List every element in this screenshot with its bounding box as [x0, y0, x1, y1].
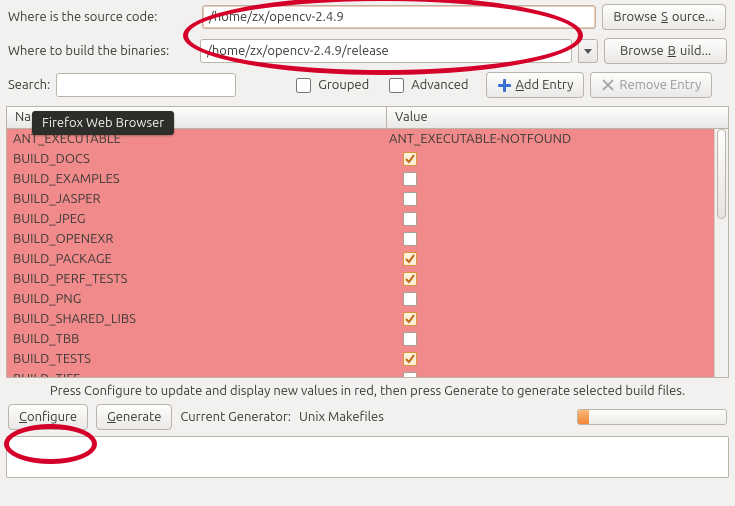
- variable-value[interactable]: [383, 312, 714, 326]
- table-row[interactable]: BUILD_JASPER: [7, 189, 714, 209]
- table-row[interactable]: BUILD_OPENEXR: [7, 229, 714, 249]
- browse-build-mnemonic: B: [668, 44, 676, 58]
- variable-checkbox[interactable]: [403, 372, 417, 377]
- browse-source-button[interactable]: Browse Source...: [602, 4, 726, 30]
- variable-name: BUILD_PNG: [7, 292, 383, 306]
- variable-name: BUILD_TBB: [7, 332, 383, 346]
- variable-checkbox[interactable]: [403, 172, 417, 186]
- column-header-value[interactable]: Value: [387, 107, 728, 128]
- scrollbar-track[interactable]: [714, 129, 728, 377]
- generate-text-post: enerate: [116, 410, 162, 424]
- variable-value[interactable]: [383, 232, 714, 246]
- tooltip: Firefox Web Browser: [32, 111, 174, 135]
- variable-name: BUILD_TESTS: [7, 352, 383, 366]
- current-generator-value: Unix Makefiles: [299, 410, 384, 424]
- table-row[interactable]: BUILD_EXAMPLES: [7, 169, 714, 189]
- variable-name: BUILD_OPENEXR: [7, 232, 383, 246]
- variable-value[interactable]: [383, 332, 714, 346]
- advanced-option[interactable]: Advanced: [385, 75, 468, 96]
- add-entry-button[interactable]: Add Entry: [486, 72, 584, 98]
- cache-variables-table: Name Value ANT_EXECUTABLEANT_EXECUTABLE-…: [6, 106, 729, 378]
- grouped-option[interactable]: Grouped: [292, 75, 369, 96]
- x-icon: [601, 78, 615, 92]
- grouped-label: Grouped: [318, 78, 369, 92]
- variable-value[interactable]: [383, 172, 714, 186]
- variable-checkbox[interactable]: [403, 252, 417, 266]
- variable-value[interactable]: [383, 372, 714, 377]
- variable-value[interactable]: [383, 252, 714, 266]
- progress-bar: [577, 409, 727, 425]
- table-row[interactable]: BUILD_PERF_TESTS: [7, 269, 714, 289]
- generate-button[interactable]: Generate: [96, 404, 172, 430]
- source-path-input[interactable]: [202, 5, 596, 29]
- grouped-checkbox[interactable]: [296, 78, 311, 93]
- variable-checkbox[interactable]: [403, 192, 417, 206]
- advanced-label: Advanced: [411, 78, 468, 92]
- variable-value[interactable]: [383, 272, 714, 286]
- variable-value[interactable]: ANT_EXECUTABLE-NOTFOUND: [383, 132, 714, 146]
- configure-mnemonic: C: [19, 410, 27, 424]
- generate-mnemonic: G: [107, 410, 116, 424]
- search-input[interactable]: [56, 73, 236, 97]
- variable-checkbox[interactable]: [403, 272, 417, 286]
- table-row[interactable]: BUILD_JPEG: [7, 209, 714, 229]
- table-row[interactable]: BUILD_PNG: [7, 289, 714, 309]
- table-row[interactable]: BUILD_TIFF: [7, 369, 714, 377]
- source-label: Where is the source code:: [8, 10, 196, 24]
- output-log[interactable]: [6, 436, 729, 478]
- advanced-checkbox[interactable]: [389, 78, 404, 93]
- variable-checkbox[interactable]: [403, 332, 417, 346]
- table-row[interactable]: BUILD_DOCS: [7, 149, 714, 169]
- table-row[interactable]: BUILD_TESTS: [7, 349, 714, 369]
- table-body: ANT_EXECUTABLEANT_EXECUTABLE-NOTFOUNDBUI…: [7, 129, 714, 377]
- configure-button[interactable]: Configure: [8, 404, 88, 430]
- progress-fill: [578, 410, 589, 424]
- variable-name: BUILD_JPEG: [7, 212, 383, 226]
- build-path-dropdown-button[interactable]: [578, 39, 598, 63]
- plus-icon: [497, 78, 511, 92]
- browse-source-text-pre: Browse: [613, 10, 657, 24]
- variable-checkbox[interactable]: [403, 312, 417, 326]
- build-label: Where to build the binaries:: [8, 44, 194, 58]
- table-row[interactable]: BUILD_TBB: [7, 329, 714, 349]
- variable-checkbox[interactable]: [403, 152, 417, 166]
- variable-name: BUILD_TIFF: [7, 372, 383, 377]
- variable-value[interactable]: [383, 192, 714, 206]
- variable-name: BUILD_EXAMPLES: [7, 172, 383, 186]
- build-path-input[interactable]: [200, 39, 572, 63]
- table-row[interactable]: BUILD_PACKAGE: [7, 249, 714, 269]
- variable-checkbox[interactable]: [403, 212, 417, 226]
- variable-name: BUILD_DOCS: [7, 152, 383, 166]
- variable-checkbox[interactable]: [403, 232, 417, 246]
- add-entry-text-post: dd Entry: [524, 78, 574, 92]
- variable-name: BUILD_PACKAGE: [7, 252, 383, 266]
- variable-checkbox[interactable]: [403, 292, 417, 306]
- browse-build-text-post: uild...: [680, 44, 711, 58]
- browse-source-mnemonic: S: [661, 10, 668, 24]
- remove-entry-button[interactable]: Remove Entry: [590, 72, 712, 98]
- browse-build-text-pre: Browse: [620, 44, 664, 58]
- current-generator-label: Current Generator:: [180, 410, 291, 424]
- search-label: Search:: [8, 78, 50, 92]
- scrollbar-thumb[interactable]: [717, 129, 726, 219]
- configure-text-post: onfigure: [27, 410, 77, 424]
- remove-entry-text: Remove Entry: [619, 78, 701, 92]
- variable-value[interactable]: [383, 212, 714, 226]
- browse-source-text-post: ource...: [672, 10, 715, 24]
- table-row[interactable]: BUILD_SHARED_LIBS: [7, 309, 714, 329]
- variable-value[interactable]: [383, 292, 714, 306]
- variable-name: BUILD_PERF_TESTS: [7, 272, 383, 286]
- variable-name: BUILD_SHARED_LIBS: [7, 312, 383, 326]
- browse-build-button[interactable]: Browse Build...: [604, 38, 727, 64]
- add-entry-mnemonic: A: [515, 78, 523, 92]
- chevron-down-icon: [584, 49, 592, 54]
- variable-checkbox[interactable]: [403, 352, 417, 366]
- variable-value[interactable]: [383, 352, 714, 366]
- variable-value[interactable]: [383, 152, 714, 166]
- help-text: Press Configure to update and display ne…: [0, 378, 735, 402]
- variable-name: BUILD_JASPER: [7, 192, 383, 206]
